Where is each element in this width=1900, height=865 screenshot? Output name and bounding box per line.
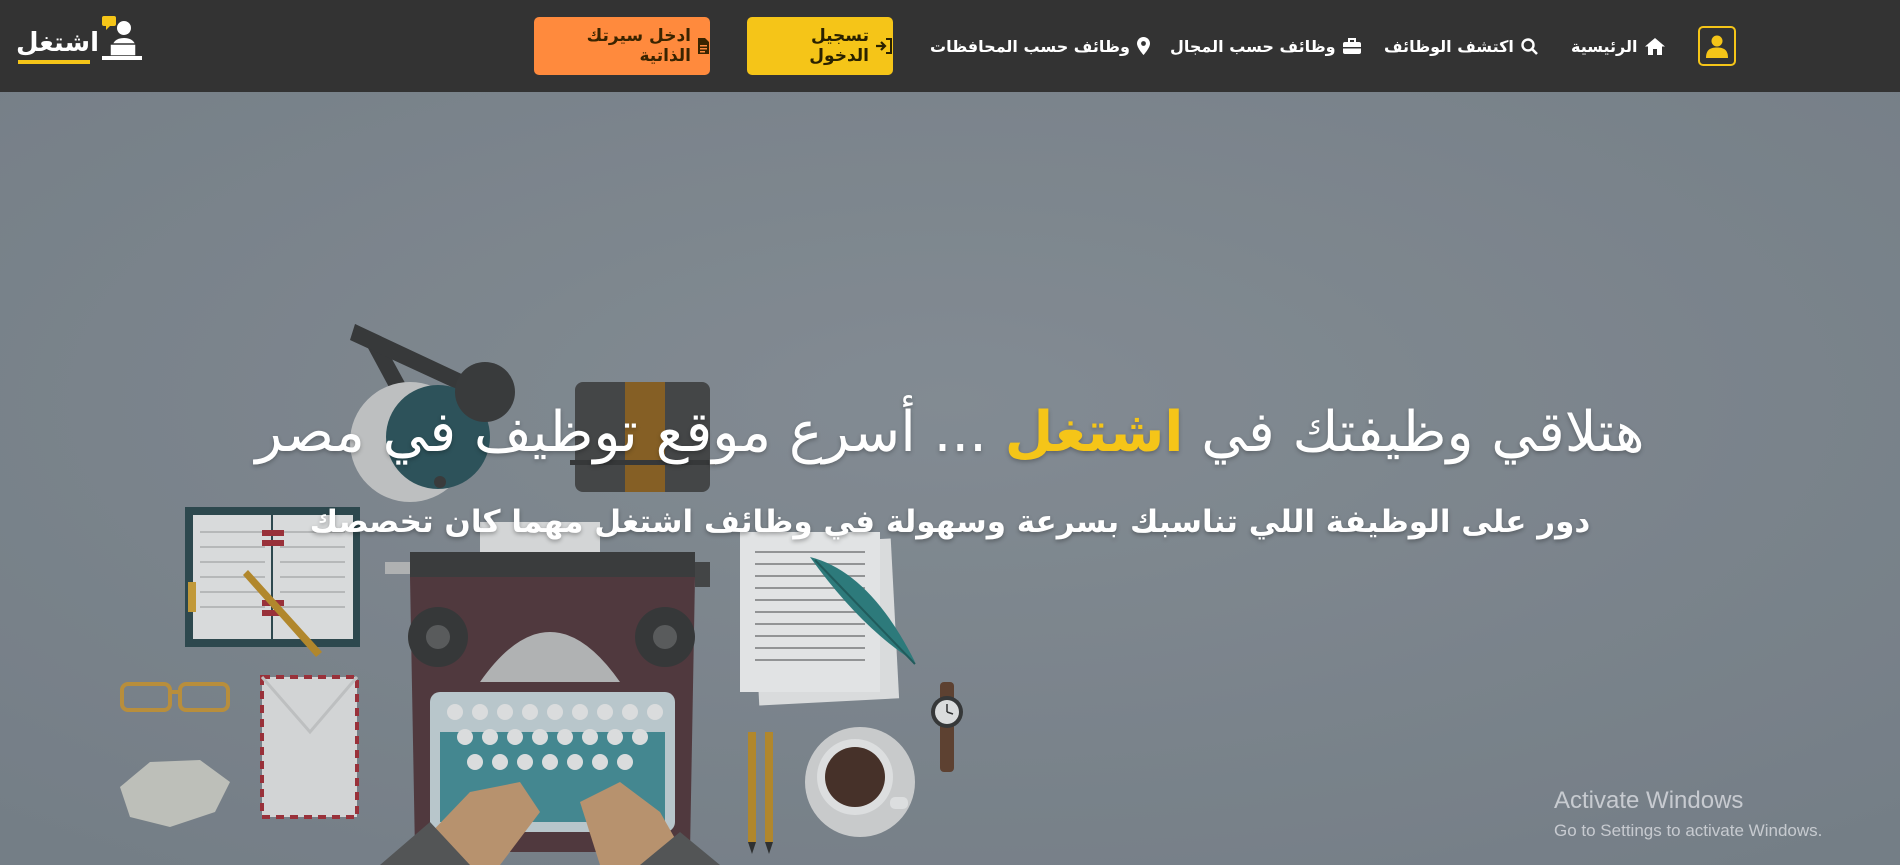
briefcase-icon — [1342, 38, 1361, 54]
nav-jobs-by-governorate[interactable]: وظائف حسب المحافظات — [930, 30, 1150, 62]
nav-home-label: الرئيسية — [1571, 36, 1638, 56]
watermark-subtitle: Go to Settings to activate Windows. — [1554, 821, 1823, 840]
user-icon — [1706, 35, 1728, 58]
file-icon — [698, 38, 709, 54]
windows-activation-watermark: Activate Windows Go to Settings to activ… — [1554, 787, 1822, 841]
nav-home[interactable]: الرئيسية — [1571, 30, 1665, 62]
nav-jobs-by-field-label: وظائف حسب المجال — [1170, 36, 1336, 56]
hero-title: هتلاقي وظيفتك في اشتغل ... أسرع موقع توظ… — [150, 400, 1750, 465]
nav-explore-jobs[interactable]: اكتشف الوظائف — [1384, 30, 1538, 62]
logo-person-laptop-icon — [102, 16, 142, 60]
hero-title-part2: ... أسرع موقع توظيف في مصر — [255, 399, 1005, 465]
home-icon — [1644, 37, 1665, 55]
sign-in-icon — [876, 38, 892, 54]
watermark-title: Activate Windows — [1554, 787, 1744, 814]
hero-title-brand: اشتغل — [1004, 399, 1184, 465]
hero-overlay — [0, 92, 1900, 865]
add-cv-label: ادخل سيرتك الذاتية — [586, 26, 691, 66]
nav-jobs-by-field[interactable]: وظائف حسب المجال — [1170, 30, 1361, 62]
nav-jobs-by-governorate-label: وظائف حسب المحافظات — [930, 36, 1130, 56]
add-cv-button[interactable]: ادخل سيرتك الذاتية — [534, 17, 710, 75]
top-navbar: اشتغل ادخل سيرتك الذاتية تسجيل الدخول وظ… — [0, 0, 1900, 92]
site-logo[interactable]: اشتغل — [16, 14, 142, 68]
logo-underline — [18, 60, 90, 64]
hero-section: هتلاقي وظيفتك في اشتغل ... أسرع موقع توظ… — [0, 92, 1900, 865]
search-icon — [1521, 37, 1538, 55]
hero-subtitle: دور على الوظيفة اللي تناسبك بسرعة وسهولة… — [309, 504, 1591, 540]
user-account-button[interactable] — [1698, 26, 1736, 66]
login-label: تسجيل الدخول — [809, 26, 869, 66]
logo-text: اشتغل — [16, 28, 99, 58]
nav-explore-jobs-label: اكتشف الوظائف — [1384, 36, 1514, 56]
hero-title-part1: هتلاقي وظيفتك في — [1183, 399, 1645, 465]
login-button[interactable]: تسجيل الدخول — [747, 17, 893, 75]
map-marker-icon — [1136, 37, 1150, 55]
